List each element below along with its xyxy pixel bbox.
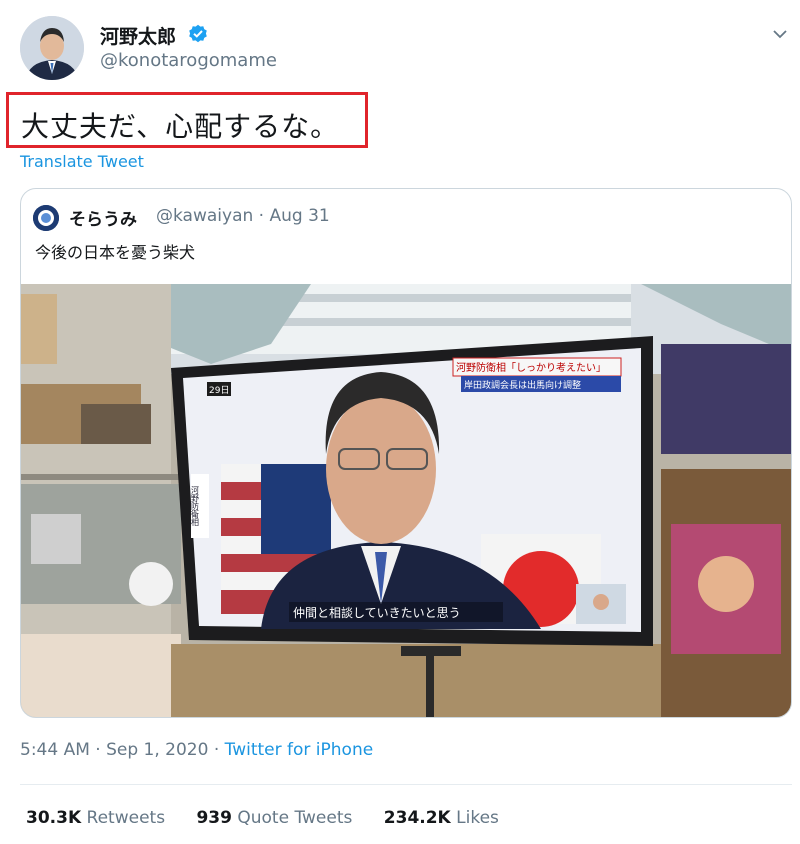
verified-badge-icon [188,24,208,44]
chevron-down-icon[interactable] [770,24,790,44]
quote-tweets-count: 939 [196,808,232,828]
author-display-name[interactable]: 河野太郎 [100,22,176,49]
tv-date-badge: 29日 [209,385,229,396]
quoted-author-handle-date: @kawaiyan · Aug 31 [156,206,330,226]
tv-side-caption: 河野防衛相 [191,485,200,527]
quoted-author-name: そらうみ [69,210,137,230]
tweet-text-highlight-box: 大丈夫だ、心配するな。 [6,92,368,148]
author-handle[interactable]: @konotarogomame [100,50,277,71]
timestamp-text[interactable]: 5:44 AM · Sep 1, 2020 · [20,740,225,760]
tv-headline-top: 河野防衛相「しっかり考えたい」 [456,361,606,374]
likes-stat[interactable]: 234.2K Likes [384,808,499,828]
tv-room-photo: 29日 河野防衛相「しっかり考えたい」 岸田政調会長は出馬向け調整 河野防衛相 … [21,284,791,717]
divider [20,784,792,785]
tweet-source-link[interactable]: Twitter for iPhone [225,740,374,760]
retweets-label: Retweets [86,808,166,828]
tweet-timestamp[interactable]: 5:44 AM · Sep 1, 2020 · Twitter for iPho… [20,740,373,760]
quoted-author-avatar [33,205,59,231]
quoted-tweet-card[interactable]: そらうみ @kawaiyan · Aug 31 今後の日本を憂う柴犬 29日 河… [20,188,792,718]
tv-headline-bottom: 岸田政調会長は出馬向け調整 [464,379,581,391]
tweet-stats: 30.3K Retweets 939 Quote Tweets 234.2K L… [26,808,525,828]
quote-tweets-stat[interactable]: 939 Quote Tweets [196,808,352,828]
quoted-tweet-photo[interactable]: 29日 河野防衛相「しっかり考えたい」 岸田政調会長は出馬向け調整 河野防衛相 … [21,284,791,717]
avatar-image [20,16,84,80]
translate-tweet-link[interactable]: Translate Tweet [20,152,144,171]
retweets-count: 30.3K [26,808,82,828]
tv-subtitle: 仲間と相談していきたいと思う [293,605,461,620]
retweets-stat[interactable]: 30.3K Retweets [26,808,165,828]
likes-count: 234.2K [383,808,451,828]
quote-tweets-label: Quote Tweets [237,808,353,828]
author-avatar[interactable] [20,16,84,80]
likes-label: Likes [456,808,499,828]
quoted-tweet-text: 今後の日本を憂う柴犬 [35,243,196,262]
tweet-text: 大丈夫だ、心配するな。 [21,110,340,143]
